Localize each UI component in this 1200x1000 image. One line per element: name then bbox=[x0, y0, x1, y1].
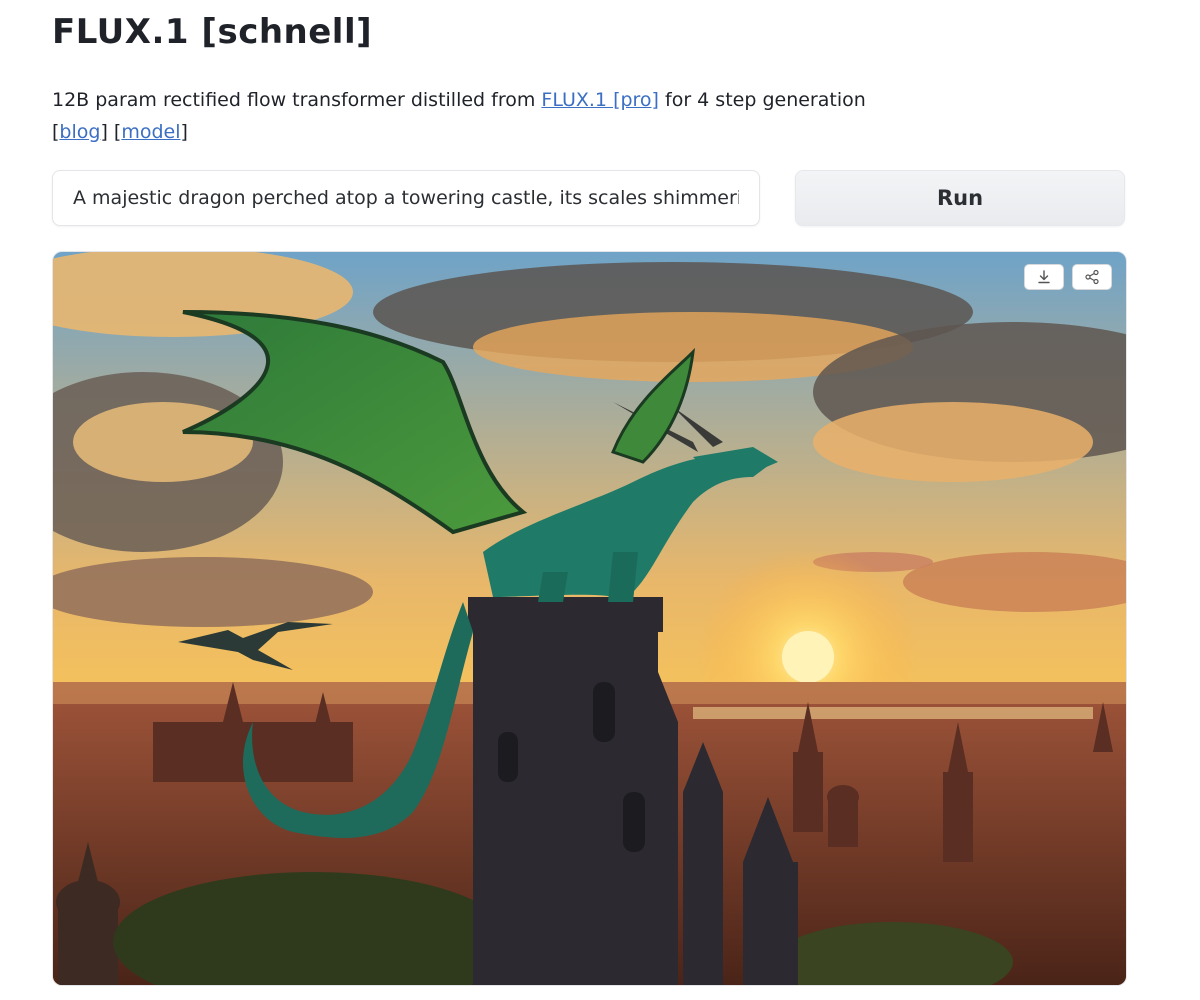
prompt-field[interactable] bbox=[52, 170, 760, 226]
model-link[interactable]: model bbox=[121, 121, 180, 143]
result-image bbox=[52, 251, 1127, 986]
description-text-after: for 4 step generation bbox=[658, 89, 866, 111]
dragon-castle-image bbox=[53, 252, 1126, 985]
page-title: FLUX.1 [schnell] bbox=[52, 12, 373, 52]
share-icon bbox=[1085, 269, 1099, 285]
run-button[interactable]: Run bbox=[795, 170, 1125, 226]
prompt-input[interactable] bbox=[53, 171, 759, 225]
download-button[interactable] bbox=[1024, 264, 1064, 290]
description-text: 12B param rectified flow transformer dis… bbox=[52, 89, 542, 111]
description: 12B param rectified flow transformer dis… bbox=[52, 89, 866, 143]
share-button[interactable] bbox=[1072, 264, 1112, 290]
blog-link[interactable]: blog bbox=[59, 121, 100, 143]
download-icon bbox=[1038, 270, 1050, 284]
flux-pro-link[interactable]: FLUX.1 [pro] bbox=[541, 89, 659, 111]
image-toolbar bbox=[1024, 264, 1112, 290]
